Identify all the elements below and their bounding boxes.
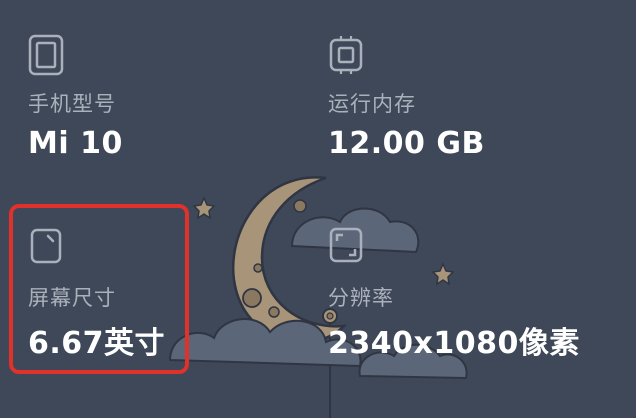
ram-label: 运行内存: [328, 92, 416, 116]
resolution-value: 2340x1080像素: [328, 326, 580, 361]
model-label: 手机型号: [28, 92, 116, 116]
spec-model: 手机型号 Mi 10: [28, 0, 248, 180]
resolution-label: 分辨率: [328, 286, 394, 310]
ram-value: 12.00 GB: [328, 126, 485, 161]
phone-icon: [28, 34, 64, 76]
resolution-icon: [328, 224, 364, 266]
highlight-box-screen-size: [9, 204, 189, 374]
model-value: Mi 10: [28, 126, 123, 161]
spec-ram: 运行内存 12.00 GB: [328, 0, 608, 180]
spec-resolution: 分辨率 2340x1080像素: [328, 190, 628, 370]
memory-chip-icon: [328, 34, 364, 76]
